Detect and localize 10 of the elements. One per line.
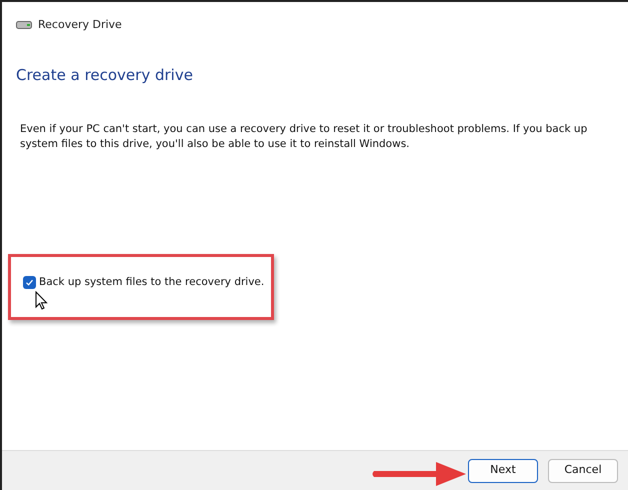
drive-icon <box>16 21 32 30</box>
check-icon <box>25 278 34 287</box>
window-title: Recovery Drive <box>38 17 122 33</box>
description-text: Even if your PC can't start, you can use a recovery drive to reset it or troubleshoot problems. If you back up system files to this drive, you'll also be able to use it to reinstall Windows. <box>20 122 588 152</box>
checkbox[interactable] <box>23 276 36 289</box>
page-heading: Create a recovery drive <box>16 64 194 86</box>
next-button[interactable]: Next <box>468 458 538 482</box>
cancel-button[interactable]: Cancel <box>548 458 618 482</box>
mouse-cursor-icon <box>35 290 48 310</box>
checkbox-label: Back up system files to the recovery drive. <box>39 274 264 290</box>
